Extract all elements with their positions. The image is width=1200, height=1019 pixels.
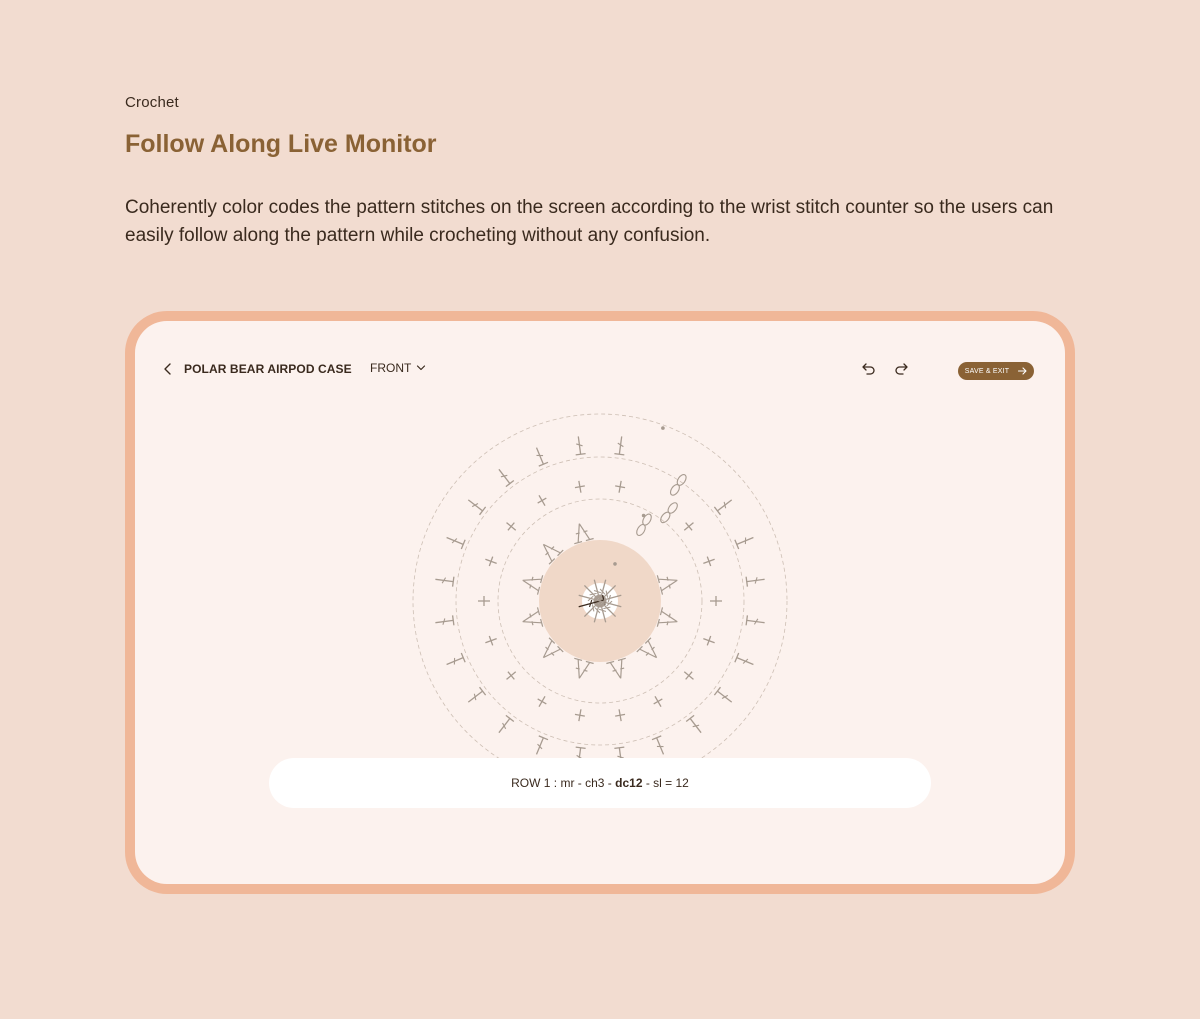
view-dropdown-value: FRONT: [370, 361, 412, 375]
round3-stitch: [615, 709, 626, 722]
page-headline: Follow Along Live Monitor: [125, 130, 437, 158]
round3-stitch: [653, 695, 663, 707]
row-instruction-suffix: - sl = 12: [642, 776, 689, 790]
chevron-down-icon: [417, 365, 426, 371]
round4-stitch: [745, 615, 765, 626]
feature-description: Coherently color codes the pattern stitc…: [125, 197, 1054, 246]
round4-stitch: [734, 652, 754, 666]
chevron-left-icon[interactable]: [161, 361, 175, 377]
round3-stitch: [506, 522, 517, 531]
round3-stitch: [485, 635, 497, 646]
round3-stitch: [485, 556, 497, 567]
round3-stitch: [683, 522, 694, 531]
round4-stitch: [535, 735, 549, 755]
round3-stitch: [537, 695, 547, 707]
app-screen: POLAR BEAR AIRPOD CASE FRONT SAVE & EXIT: [135, 321, 1065, 884]
slip-stitch-dot: [661, 426, 665, 430]
row-instruction-prefix: ROW 1 : mr - ch3 -: [511, 776, 616, 790]
round2-stitch: [656, 607, 678, 627]
slip-stitch-dot: [613, 562, 617, 566]
round3-stitch: [615, 480, 626, 493]
round3-stitch: [574, 709, 585, 722]
top-bar: POLAR BEAR AIRPOD CASE FRONT SAVE & EXIT: [135, 321, 1065, 401]
round2-stitch: [656, 575, 678, 595]
round4-stitch: [467, 499, 487, 516]
round2-stitch: [574, 657, 594, 679]
round4-stitch: [713, 499, 733, 516]
round3-stitch: [683, 671, 694, 680]
round4-stitch: [446, 536, 466, 550]
chain-stitch: [669, 474, 687, 496]
round3-stitch: [703, 556, 715, 567]
round4-stitch: [498, 468, 515, 488]
round3-stitch: [710, 596, 722, 606]
save-exit-label: SAVE & EXIT: [964, 367, 1010, 375]
slip-stitch-dot: [641, 513, 646, 518]
undo-icon[interactable]: [861, 361, 877, 377]
redo-icon[interactable]: [893, 361, 909, 377]
round4-stitch: [498, 714, 515, 734]
round4-stitch: [446, 652, 466, 666]
row-instruction-current-stitch: dc12: [615, 776, 643, 790]
tablet-device-frame: POLAR BEAR AIRPOD CASE FRONT SAVE & EXIT: [125, 311, 1075, 894]
arrow-right-icon: [1018, 367, 1027, 375]
round4-stitch: [435, 576, 455, 587]
view-dropdown[interactable]: FRONT: [370, 361, 426, 375]
save-exit-button[interactable]: SAVE & EXIT: [958, 362, 1034, 380]
round4-stitch: [435, 615, 455, 626]
project-title: POLAR BEAR AIRPOD CASE: [184, 362, 352, 376]
round2-stitch: [522, 607, 544, 627]
round3-stitch: [574, 480, 585, 493]
round3-stitch: [506, 671, 517, 680]
round4-stitch: [467, 686, 487, 703]
round4-stitch: [614, 436, 625, 456]
round4-stitch: [734, 536, 754, 550]
round4-stitch: [713, 686, 733, 703]
round3-stitch: [537, 495, 547, 507]
chain-stitch: [660, 502, 678, 524]
round2-stitch: [574, 523, 594, 545]
round3-stitch: [703, 635, 715, 646]
round4-stitch: [535, 447, 549, 467]
round4-stitch: [651, 735, 665, 755]
row-instruction-bar: ROW 1 : mr - ch3 - dc12 - sl = 12: [269, 758, 931, 808]
category-label: Crochet: [125, 94, 179, 111]
round2-stitch: [606, 657, 626, 679]
round4-stitch: [685, 714, 702, 734]
round3-stitch: [478, 596, 490, 606]
round4-stitch: [745, 576, 765, 587]
round4-stitch: [575, 436, 586, 456]
round2-stitch: [522, 575, 544, 595]
